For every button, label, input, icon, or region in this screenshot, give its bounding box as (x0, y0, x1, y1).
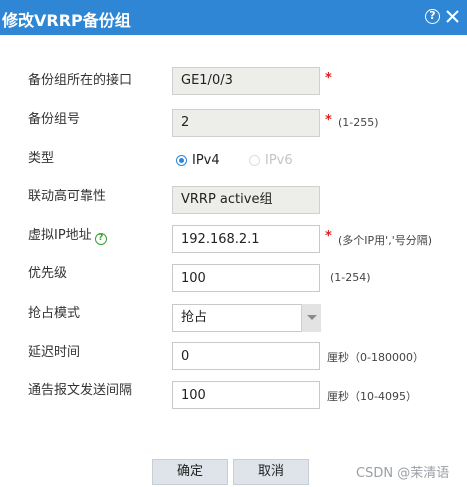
linkage-label: 联动高可靠性 (28, 189, 107, 204)
help-icon[interactable]: ? (425, 9, 440, 24)
virtual-ip-label-text: 虚拟IP地址 (28, 228, 92, 243)
interface-label: 备份组所在的接口 (28, 73, 133, 88)
delay-input[interactable] (172, 342, 320, 370)
preempt-mode-select[interactable]: 抢占 (172, 304, 302, 332)
priority-hint: (1-254) (330, 271, 371, 284)
linkage-field: VRRP active组 (172, 186, 320, 214)
ok-button[interactable]: 确定 (152, 459, 228, 485)
type-option-ipv4-label: IPv4 (192, 152, 220, 168)
chevron-down-icon[interactable] (301, 304, 321, 332)
advert-interval-input[interactable] (172, 381, 320, 409)
advert-interval-label: 通告报文发送间隔 (28, 383, 133, 398)
type-option-ipv4[interactable]: IPv4 (176, 151, 220, 169)
dialog-titlebar: 修改VRRP备份组 ? (0, 0, 467, 35)
type-label: 类型 (28, 151, 55, 166)
group-id-required-mark: * (325, 113, 332, 128)
virtual-ip-help-icon[interactable]: ? (94, 233, 107, 245)
virtual-ip-input[interactable] (172, 225, 320, 253)
radio-ipv6-unselected[interactable] (249, 154, 260, 166)
priority-label: 优先级 (28, 266, 68, 281)
virtual-ip-required-mark: * (325, 229, 332, 244)
interface-field: GE1/0/3 (172, 67, 320, 95)
preempt-mode-label: 抢占模式 (28, 306, 81, 321)
type-option-ipv6[interactable]: IPv6 (249, 151, 293, 169)
delay-hint: 厘秒（0-180000） (327, 351, 424, 364)
radio-ipv4-selected[interactable] (176, 154, 187, 166)
virtual-ip-hint: (多个IP用','号分隔) (338, 234, 433, 247)
group-id-hint: (1-255) (338, 116, 379, 129)
dialog-title: 修改VRRP备份组 (2, 11, 131, 30)
delay-label: 延迟时间 (28, 345, 81, 360)
group-id-label: 备份组号 (28, 112, 81, 127)
priority-input[interactable] (172, 264, 320, 292)
advert-interval-hint: 厘秒（10-4095） (327, 390, 417, 403)
type-option-ipv6-label: IPv6 (265, 152, 293, 168)
group-id-field: 2 (172, 109, 320, 137)
virtual-ip-label: 虚拟IP地址? (28, 224, 107, 245)
watermark: CSDN @茉清语 (356, 466, 450, 481)
close-icon[interactable] (444, 8, 461, 25)
interface-required-mark: * (325, 71, 332, 86)
cancel-button[interactable]: 取消 (233, 459, 309, 485)
vrrp-edit-dialog: 修改VRRP备份组 ? 备份组所在的接口 GE1/0/3 * 备份组号 2 * … (0, 0, 467, 487)
